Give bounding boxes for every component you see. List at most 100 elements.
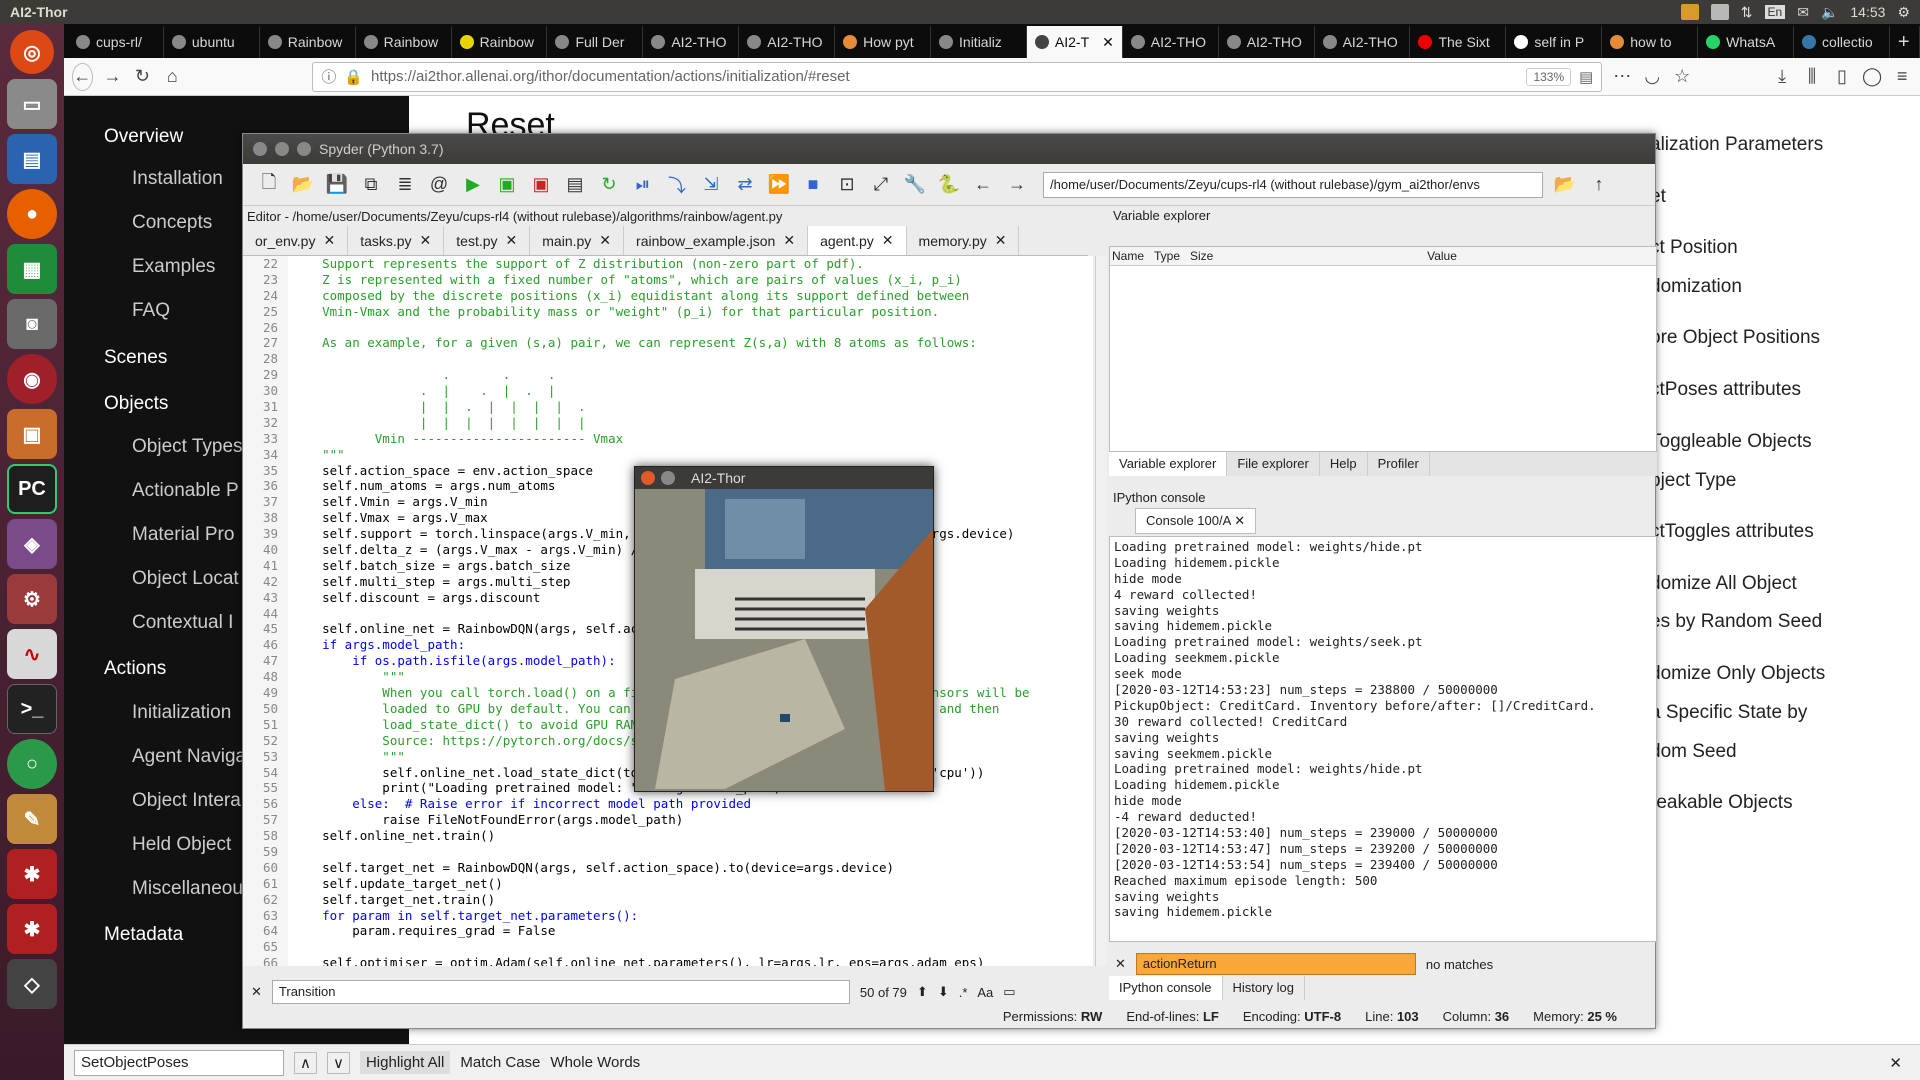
editor-tab[interactable]: test.py ✕: [444, 226, 531, 255]
code-line[interactable]: 57 raise FileNotFoundError(args.model_pa…: [243, 812, 1093, 829]
toc-link[interactable]: domization: [1650, 276, 1742, 298]
tab-ipython-console[interactable]: IPython console: [1109, 976, 1223, 1000]
minimize-window-icon[interactable]: [275, 142, 289, 156]
toc-link[interactable]: ctToggles attributes: [1650, 521, 1814, 543]
docs-nav-link[interactable]: Initialization: [132, 702, 231, 724]
docs-nav-link[interactable]: Actionable P: [132, 480, 239, 502]
sidebar-toggle-icon[interactable]: ▯: [1832, 63, 1852, 91]
regex-icon[interactable]: .*: [959, 985, 968, 1000]
new-file-icon[interactable]: 🗋: [257, 172, 281, 197]
toc-link[interactable]: dom Seed: [1650, 741, 1737, 763]
app-red-circle-icon[interactable]: ◉: [7, 354, 57, 404]
code-line[interactable]: 60 self.target_net = RainbowDQN(args, se…: [243, 859, 1093, 876]
impress-icon[interactable]: ▣: [7, 409, 57, 459]
forward-icon[interactable]: →: [1005, 173, 1029, 197]
code-line[interactable]: 34 """: [243, 446, 1093, 463]
close-tab-icon[interactable]: ✕: [506, 232, 518, 249]
tab-variable-explorer[interactable]: Variable explorer: [1109, 452, 1228, 476]
spyder-icon[interactable]: ✱: [7, 904, 57, 954]
info-icon[interactable]: ⓘ: [321, 66, 336, 87]
code-line[interactable]: 27 As an example, for a given (s,a) pair…: [243, 335, 1093, 352]
tab-profiler[interactable]: Profiler: [1368, 452, 1430, 476]
case-sensitive-icon[interactable]: Aa: [977, 985, 993, 1000]
code-line[interactable]: 29 . . .: [243, 367, 1093, 384]
code-line[interactable]: 65: [243, 939, 1093, 956]
writer-icon[interactable]: ▤: [7, 134, 57, 184]
home-icon[interactable]: ⌂: [162, 63, 182, 91]
step-return-icon[interactable]: ⇄: [733, 173, 757, 197]
docs-nav-link[interactable]: Miscellaneou: [132, 878, 243, 900]
firefox-icon[interactable]: ●: [7, 189, 57, 239]
text-editor-icon[interactable]: ✎: [7, 794, 57, 844]
unity-icon[interactable]: ◇: [7, 959, 57, 1009]
simulation-view[interactable]: [635, 489, 933, 791]
editor-find-input[interactable]: Transition: [271, 980, 850, 1004]
editor-tab[interactable]: rainbow_example.json ✕: [624, 226, 809, 255]
outline-icon[interactable]: ≣: [393, 173, 417, 197]
close-tab-icon[interactable]: ✕: [420, 232, 432, 249]
run-cell-icon[interactable]: ▣: [495, 173, 519, 197]
browser-tab[interactable]: collectio: [1794, 26, 1890, 58]
url-text[interactable]: https://ai2thor.allenai.org/ithor/docume…: [371, 68, 850, 85]
code-line[interactable]: 64 param.requires_grad = False: [243, 923, 1093, 940]
close-tab-icon[interactable]: ✕: [783, 232, 795, 249]
toc-link[interactable]: domize All Object: [1650, 573, 1797, 595]
docs-nav-link[interactable]: Agent Naviga: [132, 746, 246, 768]
page-actions-icon[interactable]: ⋯: [1612, 63, 1632, 91]
browser-tab[interactable]: AI2-THO: [643, 26, 740, 58]
account-icon[interactable]: ◯: [1862, 63, 1882, 91]
settings-icon[interactable]: ⚙: [7, 574, 57, 624]
debug-icon[interactable]: ⏯: [631, 173, 655, 197]
pycharm-icon[interactable]: PC: [7, 464, 57, 514]
code-line[interactable]: 26: [243, 319, 1093, 336]
close-find-bar-icon[interactable]: ✕: [1889, 1054, 1902, 1072]
camera-icon[interactable]: ◙: [7, 299, 57, 349]
zoom-level[interactable]: 133%: [1526, 67, 1572, 86]
code-line[interactable]: 23 Z is represented with a fixed number …: [243, 271, 1093, 288]
browser-tab-active[interactable]: AI2-T ✕: [1026, 26, 1123, 58]
tab-file-explorer[interactable]: File explorer: [1227, 452, 1320, 476]
back-arrow-icon[interactable]: ←: [72, 62, 93, 91]
volume-icon[interactable]: 🔈: [1821, 4, 1838, 21]
browser-tab[interactable]: AI2-THO: [1315, 26, 1411, 58]
close-console-find-icon[interactable]: ✕: [1115, 956, 1126, 972]
code-line[interactable]: 66 self.optimiser = optim.Adam(self.onli…: [243, 955, 1093, 966]
toc-link[interactable]: ct Position: [1650, 237, 1738, 259]
docs-section-heading[interactable]: Metadata: [104, 924, 183, 946]
toc-link[interactable]: alization Parameters: [1650, 134, 1823, 156]
save-all-icon[interactable]: ⧉: [359, 173, 383, 197]
browser-tab[interactable]: AI2-THO: [1123, 26, 1219, 58]
docs-nav-link[interactable]: Concepts: [132, 212, 212, 234]
close-tab-icon[interactable]: ✕: [599, 232, 611, 249]
pocket-icon[interactable]: ◡: [1642, 63, 1662, 91]
toc-link[interactable]: Toggleable Objects: [1650, 431, 1812, 453]
toc-link[interactable]: reakable Objects: [1650, 792, 1793, 814]
files-icon[interactable]: ▭: [7, 79, 57, 129]
docs-nav-link[interactable]: FAQ: [132, 300, 170, 322]
code-line[interactable]: 28: [243, 351, 1093, 368]
whole-word-icon[interactable]: ▭: [1003, 984, 1015, 1000]
forward-arrow-icon[interactable]: →: [103, 63, 123, 91]
reload-icon[interactable]: ↻: [132, 63, 152, 91]
docs-nav-link[interactable]: Material Pro: [132, 524, 234, 546]
close-tab-icon[interactable]: ✕: [995, 232, 1007, 249]
open-file-icon[interactable]: 📂: [291, 173, 315, 197]
whole-words-button[interactable]: Whole Words: [550, 1054, 640, 1071]
continue-icon[interactable]: ⏩: [767, 173, 791, 197]
tab-help[interactable]: Help: [1320, 452, 1368, 476]
console-tab[interactable]: Console 100/A ✕: [1135, 508, 1257, 534]
browser-tab[interactable]: self in P: [1506, 26, 1603, 58]
browser-tab[interactable]: cups-rl/: [68, 26, 164, 58]
find-next-icon[interactable]: ∨: [326, 1051, 350, 1074]
docs-section-heading[interactable]: Scenes: [104, 347, 167, 369]
browser-tab[interactable]: Full Der: [547, 26, 644, 58]
browser-tab[interactable]: how to: [1602, 26, 1699, 58]
code-line[interactable]: 22 Support represents the support of Z d…: [243, 256, 1093, 272]
editor-tab[interactable]: tasks.py ✕: [348, 226, 445, 255]
editor-scrollbar[interactable]: [1095, 256, 1107, 966]
at-icon[interactable]: @: [427, 173, 451, 197]
rerun-icon[interactable]: ↻: [597, 173, 621, 197]
browser-tab[interactable]: WhatsA: [1698, 26, 1795, 58]
toc-link[interactable]: domize Only Objects: [1650, 663, 1825, 685]
keyboard-language[interactable]: En: [1764, 5, 1786, 19]
